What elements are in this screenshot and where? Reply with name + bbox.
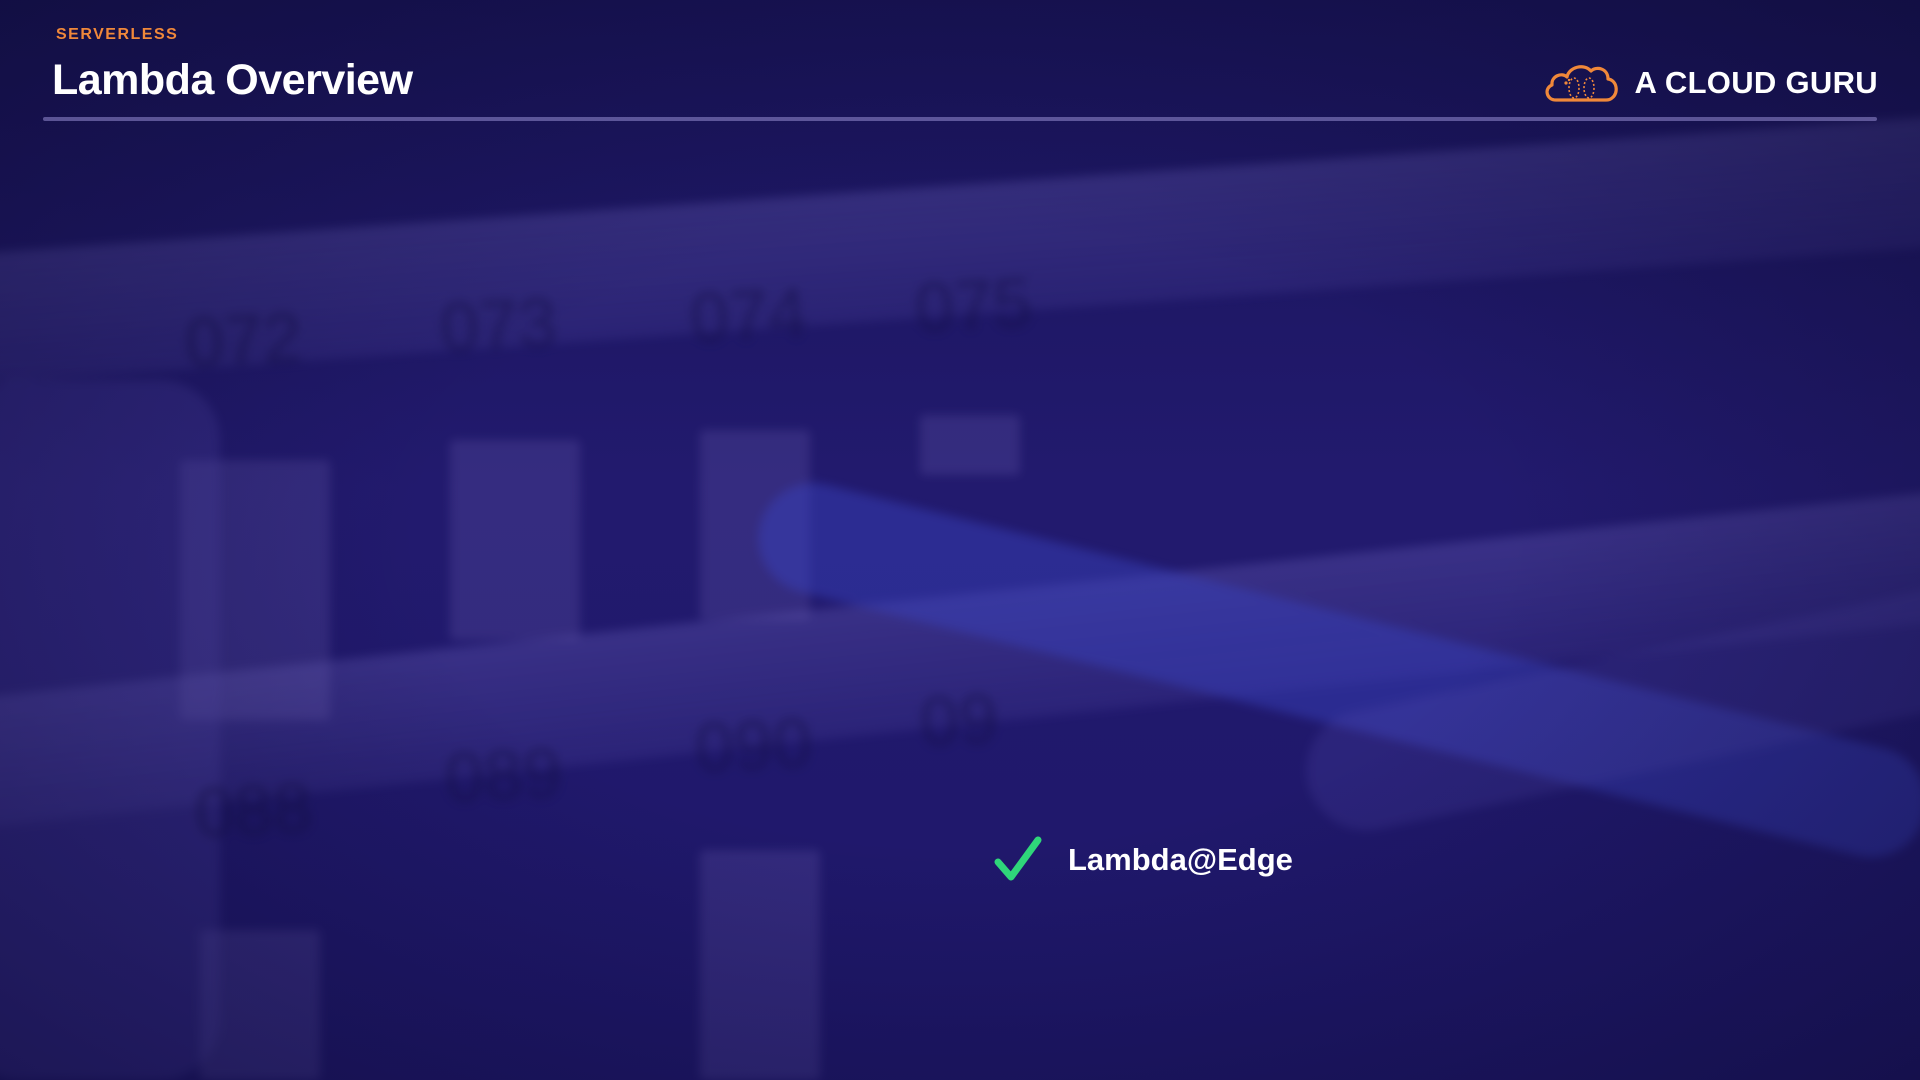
section-label: SERVERLESS [56,26,179,43]
header-divider [43,117,1877,121]
brand-lockup: A CLOUD GURU [1542,58,1878,108]
bullet-item: Lambda@Edge [994,836,1293,884]
brand-name: A CLOUD GURU [1634,65,1878,100]
vignette-overlay [0,0,1920,1080]
checkmark-icon [994,836,1042,881]
cloud-logo-icon [1545,65,1619,102]
page-title: Lambda Overview [52,56,413,104]
bullet-label: Lambda@Edge [1068,842,1293,877]
slide: 072 073 074 075 088 089 090 09 SERVERLES… [0,0,1920,1080]
